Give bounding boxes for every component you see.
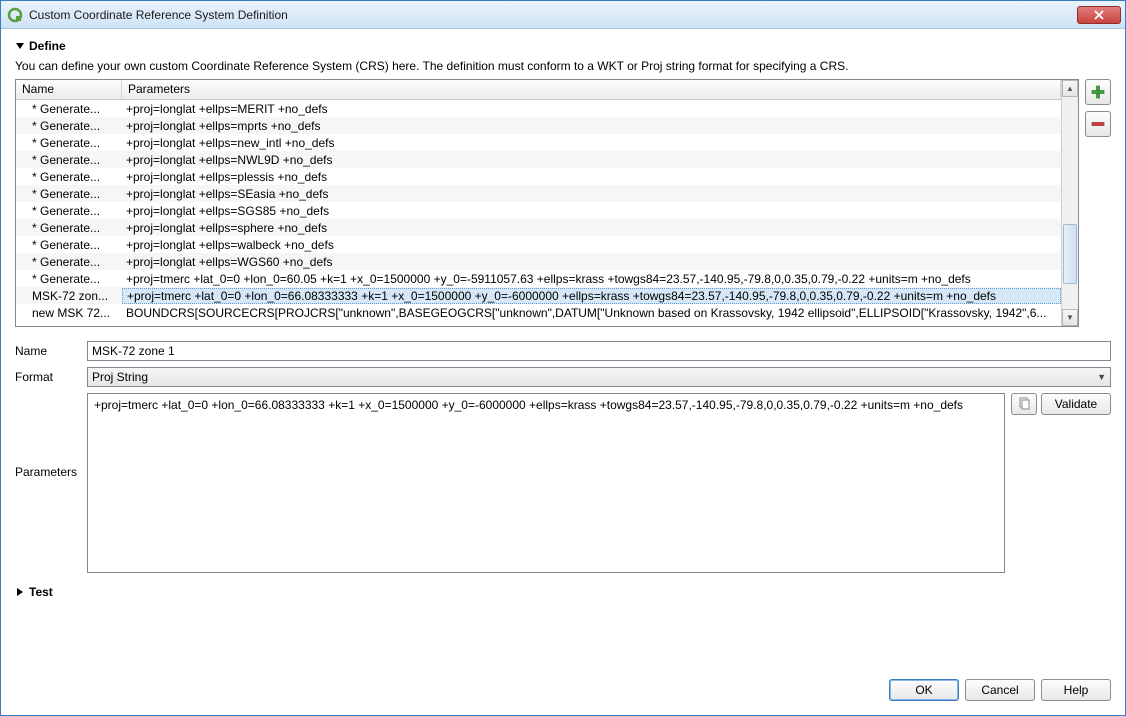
plus-icon [1091,85,1105,99]
table-row[interactable]: * Generate...+proj=longlat +ellps=walbec… [16,236,1061,253]
test-section-label: Test [29,585,53,599]
format-combobox[interactable]: Proj String ▼ [87,367,1111,387]
define-section-header[interactable]: Define [15,39,1111,53]
name-label: Name [15,344,81,358]
table-row[interactable]: * Generate...+proj=longlat +ellps=sphere… [16,219,1061,236]
test-section-header[interactable]: Test [15,585,1111,599]
crs-name-cell: * Generate... [16,102,122,116]
crs-params-cell: +proj=longlat +ellps=SEasia +no_defs [122,187,1061,201]
table-row[interactable]: * Generate...+proj=longlat +ellps=SEasia… [16,185,1061,202]
window-title: Custom Coordinate Reference System Defin… [29,8,1077,22]
table-header-name[interactable]: Name [16,80,122,99]
crs-params-cell: +proj=longlat +ellps=WGS60 +no_defs [122,255,1061,269]
dialog-window: Custom Coordinate Reference System Defin… [0,0,1126,716]
ok-button[interactable]: OK [889,679,959,701]
crs-params-cell: +proj=longlat +ellps=new_intl +no_defs [122,136,1061,150]
crs-name-cell: * Generate... [16,238,122,252]
close-icon [1094,10,1104,20]
crs-params-cell: +proj=longlat +ellps=walbeck +no_defs [122,238,1061,252]
crs-name-cell: * Generate... [16,170,122,184]
validate-button[interactable]: Validate [1041,393,1111,415]
crs-params-cell: +proj=tmerc +lat_0=0 +lon_0=66.08333333 … [122,288,1061,304]
help-button[interactable]: Help [1041,679,1111,701]
table-row[interactable]: MSK-72 zon...+proj=tmerc +lat_0=0 +lon_0… [16,287,1061,304]
cancel-button[interactable]: Cancel [965,679,1035,701]
crs-params-cell: +proj=longlat +ellps=plessis +no_defs [122,170,1061,184]
table-header: Name Parameters [16,80,1061,100]
copy-button[interactable] [1011,393,1037,415]
crs-params-cell: BOUNDCRS[SOURCECRS[PROJCRS["unknown",BAS… [122,306,1061,320]
scroll-down-icon[interactable]: ▼ [1062,309,1078,326]
table-row[interactable]: * Generate...+proj=longlat +ellps=mprts … [16,117,1061,134]
crs-name-cell: * Generate... [16,119,122,133]
parameters-label: Parameters [15,393,81,479]
crs-params-cell: +proj=longlat +ellps=SGS85 +no_defs [122,204,1061,218]
table-row[interactable]: * Generate...+proj=tmerc +lat_0=0 +lon_0… [16,270,1061,287]
description-text: You can define your own custom Coordinat… [15,59,1111,73]
crs-name-cell: * Generate... [16,221,122,235]
expand-right-icon [15,587,25,597]
titlebar[interactable]: Custom Coordinate Reference System Defin… [1,1,1125,29]
table-row[interactable]: * Generate...+proj=longlat +ellps=plessi… [16,168,1061,185]
qgis-icon [7,7,23,23]
table-header-parameters[interactable]: Parameters [122,80,1061,99]
table-row[interactable]: * Generate...+proj=longlat +ellps=WGS60 … [16,253,1061,270]
scroll-track[interactable] [1062,97,1078,309]
crs-params-cell: +proj=longlat +ellps=sphere +no_defs [122,221,1061,235]
vertical-scrollbar[interactable]: ▲ ▼ [1061,80,1078,326]
expand-down-icon [15,41,25,51]
table-row[interactable]: new MSK 72...BOUNDCRS[SOURCECRS[PROJCRS[… [16,304,1061,321]
dialog-content: Define You can define your own custom Co… [1,29,1125,675]
crs-name-cell: new MSK 72... [16,306,122,320]
crs-name-cell: * Generate... [16,136,122,150]
crs-params-cell: +proj=longlat +ellps=MERIT +no_defs [122,102,1061,116]
format-value: Proj String [92,370,148,384]
close-button[interactable] [1077,6,1121,24]
crs-params-cell: +proj=longlat +ellps=mprts +no_defs [122,119,1061,133]
copy-icon [1017,397,1031,411]
minus-icon [1091,117,1105,131]
chevron-down-icon: ▼ [1097,372,1106,382]
remove-crs-button[interactable] [1085,111,1111,137]
crs-name-cell: * Generate... [16,153,122,167]
table-row[interactable]: * Generate...+proj=longlat +ellps=MERIT … [16,100,1061,117]
crs-name-cell: * Generate... [16,187,122,201]
crs-params-cell: +proj=tmerc +lat_0=0 +lon_0=60.05 +k=1 +… [122,272,1061,286]
table-row[interactable]: * Generate...+proj=longlat +ellps=new_in… [16,134,1061,151]
scroll-thumb[interactable] [1063,224,1077,283]
parameters-textarea[interactable] [87,393,1005,573]
crs-params-cell: +proj=longlat +ellps=NWL9D +no_defs [122,153,1061,167]
format-label: Format [15,370,81,384]
crs-name-cell: * Generate... [16,204,122,218]
table-row[interactable]: * Generate...+proj=longlat +ellps=NWL9D … [16,151,1061,168]
name-input[interactable] [87,341,1111,361]
dialog-footer: OK Cancel Help [1,675,1125,715]
define-section-label: Define [29,39,66,53]
crs-table[interactable]: Name Parameters * Generate...+proj=longl… [15,79,1079,327]
crs-name-cell: MSK-72 zon... [16,289,122,303]
crs-name-cell: * Generate... [16,255,122,269]
table-row[interactable]: * Generate...+proj=longlat +ellps=SGS85 … [16,202,1061,219]
crs-name-cell: * Generate... [16,272,122,286]
add-crs-button[interactable] [1085,79,1111,105]
scroll-up-icon[interactable]: ▲ [1062,80,1078,97]
